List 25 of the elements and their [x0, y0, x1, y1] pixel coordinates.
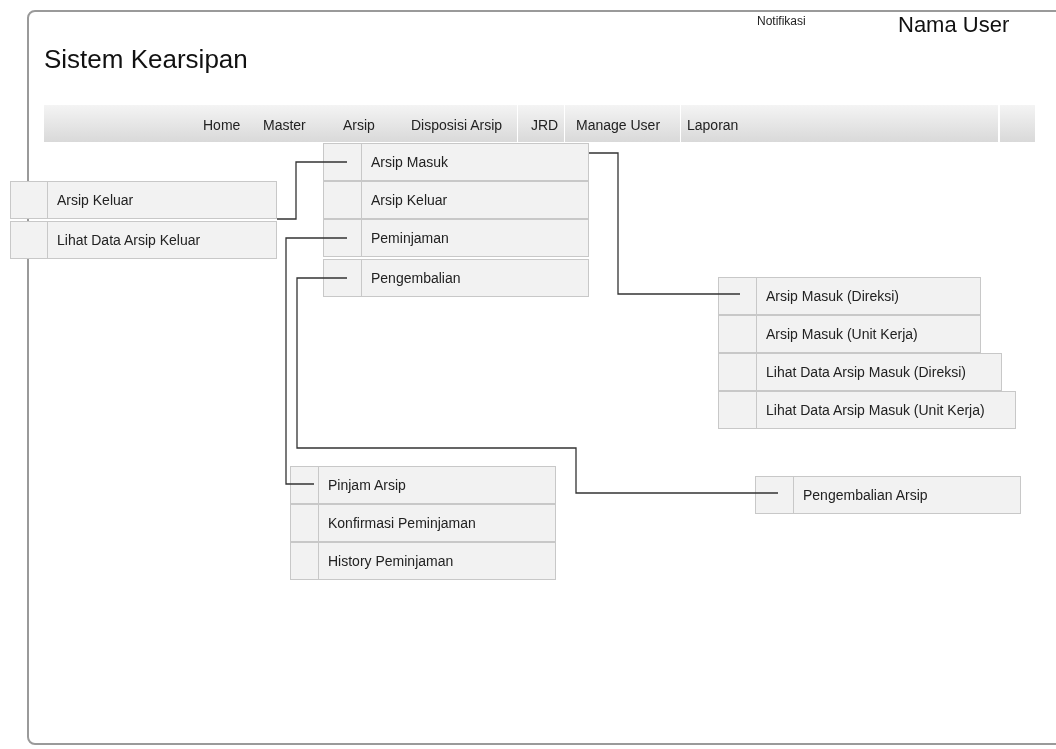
menu-item[interactable]: Pengembalian Arsip — [755, 476, 1021, 514]
menu-item[interactable]: Arsip Masuk — [323, 143, 589, 181]
menu-item[interactable]: Arsip Keluar — [323, 181, 589, 219]
menu-item[interactable]: Pengembalian — [323, 259, 589, 297]
menu-item[interactable]: Arsip Keluar — [10, 181, 277, 219]
menu-item[interactable]: Peminjaman — [323, 219, 589, 257]
connector-line — [276, 161, 348, 220]
menu-item[interactable]: Lihat Data Arsip Masuk (Direksi) — [718, 353, 1002, 391]
notification-link[interactable]: Notifikasi — [757, 12, 806, 30]
menu-item[interactable]: Arsip Masuk (Unit Kerja) — [718, 315, 981, 353]
menu-item[interactable]: Arsip Masuk (Direksi) — [718, 277, 981, 315]
user-name[interactable]: Nama User — [898, 8, 1010, 41]
menu-item[interactable]: Lihat Data Arsip Masuk (Unit Kerja) — [718, 391, 1016, 429]
nav-item[interactable]: Master — [263, 115, 306, 136]
nav-item[interactable]: Home — [203, 115, 241, 136]
nav-item[interactable]: Laporan — [687, 115, 739, 136]
nav-item[interactable]: JRD — [531, 115, 559, 136]
menu-item[interactable]: Konfirmasi Peminjaman — [290, 504, 556, 542]
menu-item[interactable]: Lihat Data Arsip Keluar — [10, 221, 277, 259]
menu-item[interactable]: Pinjam Arsip — [290, 466, 556, 504]
nav-item[interactable]: Manage User — [576, 115, 661, 136]
nav-item[interactable]: Arsip — [343, 115, 375, 136]
nav-item[interactable]: Disposisi Arsip — [411, 115, 503, 136]
app-title: Sistem Kearsipan — [44, 43, 248, 76]
menu-item[interactable]: History Peminjaman — [290, 542, 556, 580]
